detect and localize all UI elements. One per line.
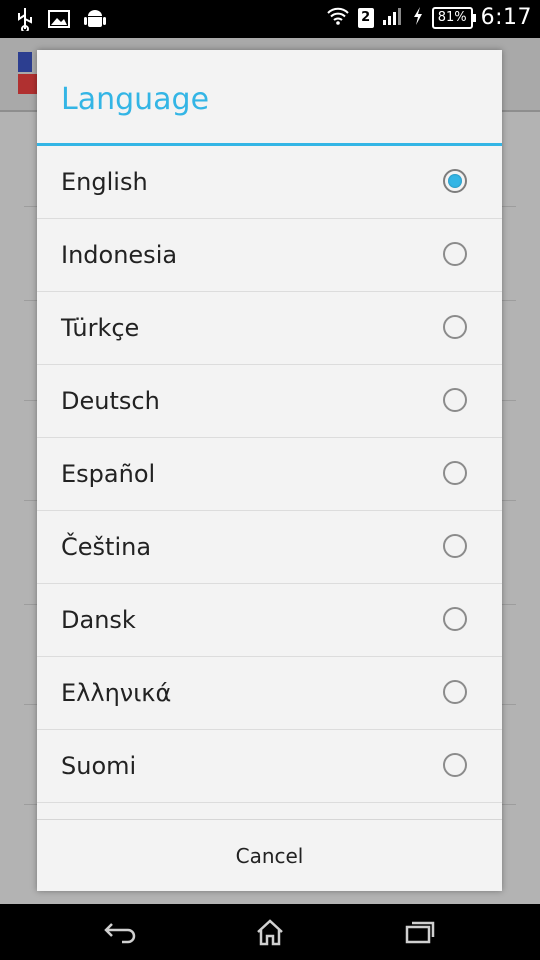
system-icons: 2 81% 6:17 — [326, 5, 532, 30]
option-label: Türkçe — [61, 314, 140, 342]
option-label: Indonesia — [61, 241, 178, 269]
option-label: Čeština — [61, 533, 152, 561]
language-option-espanol[interactable]: Español — [37, 438, 502, 511]
dialog-footer: Cancel — [37, 819, 502, 891]
language-option-suomi[interactable]: Suomi — [37, 730, 502, 803]
sim-badge: 2 — [357, 7, 374, 28]
status-bar: 2 81% 6:17 — [0, 0, 540, 38]
radio-button-selected[interactable] — [443, 169, 467, 193]
recents-icon[interactable] — [400, 916, 440, 948]
image-icon — [48, 9, 70, 33]
language-option-greek[interactable]: Ελληνικά — [37, 657, 502, 730]
language-option-indonesia[interactable]: Indonesia — [37, 219, 502, 292]
dialog-title: Language — [61, 82, 210, 117]
radio-button[interactable] — [443, 534, 467, 558]
option-label: English — [61, 168, 148, 196]
radio-button[interactable] — [443, 461, 467, 485]
clock: 6:17 — [480, 5, 532, 30]
option-label: Suomi — [61, 752, 137, 780]
language-dialog: Language English Indonesia Türkçe Deutsc… — [37, 50, 502, 891]
language-list[interactable]: English Indonesia Türkçe Deutsch Español… — [37, 146, 502, 819]
language-option-turkce[interactable]: Türkçe — [37, 292, 502, 365]
battery-indicator: 81% — [431, 6, 476, 29]
radio-button[interactable] — [443, 242, 467, 266]
option-label: Ελληνικά — [61, 679, 172, 707]
wifi-icon — [326, 6, 350, 30]
radio-button[interactable] — [443, 680, 467, 704]
option-label: Deutsch — [61, 387, 160, 415]
signal-icon — [382, 6, 404, 30]
radio-button[interactable] — [443, 607, 467, 631]
radio-button[interactable] — [443, 753, 467, 777]
option-label: Español — [61, 460, 156, 488]
radio-button[interactable] — [443, 315, 467, 339]
android-icon — [84, 8, 106, 34]
language-option-english[interactable]: English — [37, 146, 502, 219]
notification-icons — [16, 7, 106, 35]
back-icon[interactable] — [100, 916, 140, 948]
language-option-deutsch[interactable]: Deutsch — [37, 365, 502, 438]
dialog-header: Language — [37, 50, 502, 146]
radio-button[interactable] — [443, 388, 467, 412]
charging-icon — [412, 6, 424, 30]
language-option-dansk[interactable]: Dansk — [37, 584, 502, 657]
home-icon[interactable] — [250, 916, 290, 948]
cancel-button[interactable]: Cancel — [37, 820, 502, 892]
usb-icon — [16, 7, 34, 35]
navigation-bar — [0, 904, 540, 960]
language-option-cestina[interactable]: Čeština — [37, 511, 502, 584]
option-label: Dansk — [61, 606, 136, 634]
